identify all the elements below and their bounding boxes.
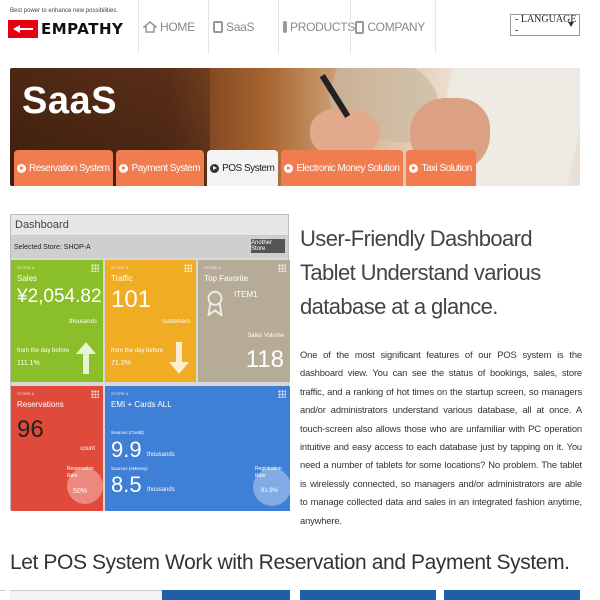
main-nav: HOME SaaS PRODUCTS COMPANY [138,0,436,54]
bottom-button[interactable] [0,590,6,600]
dashboard-header: Dashboard [11,215,288,236]
reservations-tile: STORE A Reservations 96 count Reservatio… [11,386,103,511]
tile-tag: STORE A [111,265,129,270]
grid-menu-icon [184,264,192,272]
play-icon [119,163,129,173]
nav-home[interactable]: HOME [138,0,208,54]
traffic-compare-value: 71.2% [111,360,131,367]
tile-tag: STORE A [204,265,222,270]
selected-store: Selected Store: SHOP-A [14,243,91,251]
tile-title: Sales [17,274,38,283]
tab-label: Electronic Money Solution [296,162,400,174]
sales-tile: STORE A Sales ¥2,054.82 thousands from t… [11,260,103,382]
dropdown-arrow-icon [568,22,574,27]
language-select[interactable]: - LANGUAGE - [510,14,580,36]
logo-arrow-icon [8,20,38,38]
play-icon [284,163,294,173]
nav-saas-label: SaaS [226,20,255,34]
tab-electronic-money-solution[interactable]: Electronic Money Solution [281,150,404,186]
nav-products-label: PRODUCTS [290,20,355,34]
sales-compare-label: from the day before [17,348,70,354]
bottom-button[interactable] [10,590,164,600]
tab-payment-system[interactable]: Payment System [116,150,205,186]
hero-title: SaaS [22,80,117,122]
bottom-button[interactable] [300,590,436,600]
traffic-tile: STORE A Traffic 101 customers from the d… [105,260,196,382]
play-icon [210,163,220,173]
sales-volume-label: Sales Volume [247,333,284,339]
sales-value: ¥2,054.82 [17,286,102,307]
emi-v2-value: 8.5 [111,472,142,497]
nav-products[interactable]: PRODUCTS [278,0,355,54]
feature-description: One of the most significant features of … [300,349,582,526]
tile-title: Top Favorite [204,274,249,283]
traffic-unit: customers [162,319,190,325]
tile-title: EMI + Cards ALL [111,400,172,409]
tab-label: Reservation System [29,162,110,174]
tab-taxi-solution[interactable]: Taxi Solution [406,150,476,186]
tab-pos-system[interactable]: POS System [207,150,279,186]
tile-tag: STORE A [17,265,35,270]
another-store-button: Another Store [251,239,285,253]
up-arrow-icon [76,342,96,374]
document-icon [213,21,223,33]
brand-logo[interactable]: Best power to enhance new possibilities.… [6,6,138,46]
logo[interactable]: EMPATHY [8,20,123,38]
medal-icon [207,290,223,316]
product-tabs: Reservation System Payment System POS Sy… [14,150,476,186]
home-icon [141,20,159,33]
registration-rate-label: Registration Rate [255,466,282,479]
traffic-value: 101 [111,286,152,313]
sales-compare-value: 111.1% [17,360,40,367]
logo-text: EMPATHY [41,20,124,38]
grid-menu-icon [91,390,99,398]
emi-v2-unit: thousands [147,487,175,493]
reservation-rate-label: Reservation Rate [67,466,94,479]
tagline: Best power to enhance new possibilities. [10,8,119,14]
nav-company[interactable]: COMPANY [350,0,436,54]
top-item: ITEM1 [234,290,258,299]
site-header: Best power to enhance new possibilities.… [0,0,600,54]
feature-heading: User-Friendly Dashboard Tablet Understan… [300,226,541,319]
tab-label: Taxi Solution [421,162,472,174]
emi-v1-label: Sources (Credit) [111,430,144,435]
traffic-compare-label: from the day before [111,348,164,354]
grid-menu-icon [278,390,286,398]
tab-label: POS System [222,162,275,174]
section-heading: Let POS System Work with Reservation and… [10,551,570,574]
tile-tag: STORE A [17,391,35,396]
reservations-unit: count [80,446,95,452]
bottom-button[interactable] [162,590,290,600]
top-favorite-tile: STORE A Top Favorite ITEM1 Sales Volume … [198,260,290,382]
tile-title: Reservations [17,400,64,409]
emi-v1-unit: thousands [147,452,175,458]
box-icon [283,21,287,33]
tablet-icon [355,20,365,34]
tile-title: Traffic [111,274,133,283]
tab-label: Payment System [131,162,201,174]
emi-cards-tile: STORE A EMI + Cards ALL Sources (Credit)… [105,386,290,511]
dashboard-screenshot: Dashboard Selected Store: SHOP-A Another… [10,214,290,511]
reservations-value: 96 [17,416,44,443]
registration-rate-value: 81.9% [261,488,279,494]
emi-v2-label: Sources (eMoney) [111,466,148,471]
play-icon [17,163,26,173]
reservation-rate-value: 50% [73,488,88,495]
grid-menu-icon [278,264,286,272]
play-icon [409,163,419,173]
nav-saas[interactable]: SaaS [208,0,278,54]
sales-volume-value: 118 [245,346,284,373]
nav-home-label: HOME [160,20,195,34]
emi-v1-value: 9.9 [111,437,142,462]
bottom-button-row [0,590,600,600]
tab-reservation-system[interactable]: Reservation System [14,150,114,186]
dashboard-store-bar: Selected Store: SHOP-A Another Store [11,236,288,258]
bottom-button[interactable] [444,590,580,600]
tile-tag: STORE A [111,391,129,396]
grid-menu-icon [91,264,99,272]
down-arrow-icon [169,342,189,374]
nav-company-label: COMPANY [367,20,425,34]
sales-unit: thousands [69,319,97,325]
